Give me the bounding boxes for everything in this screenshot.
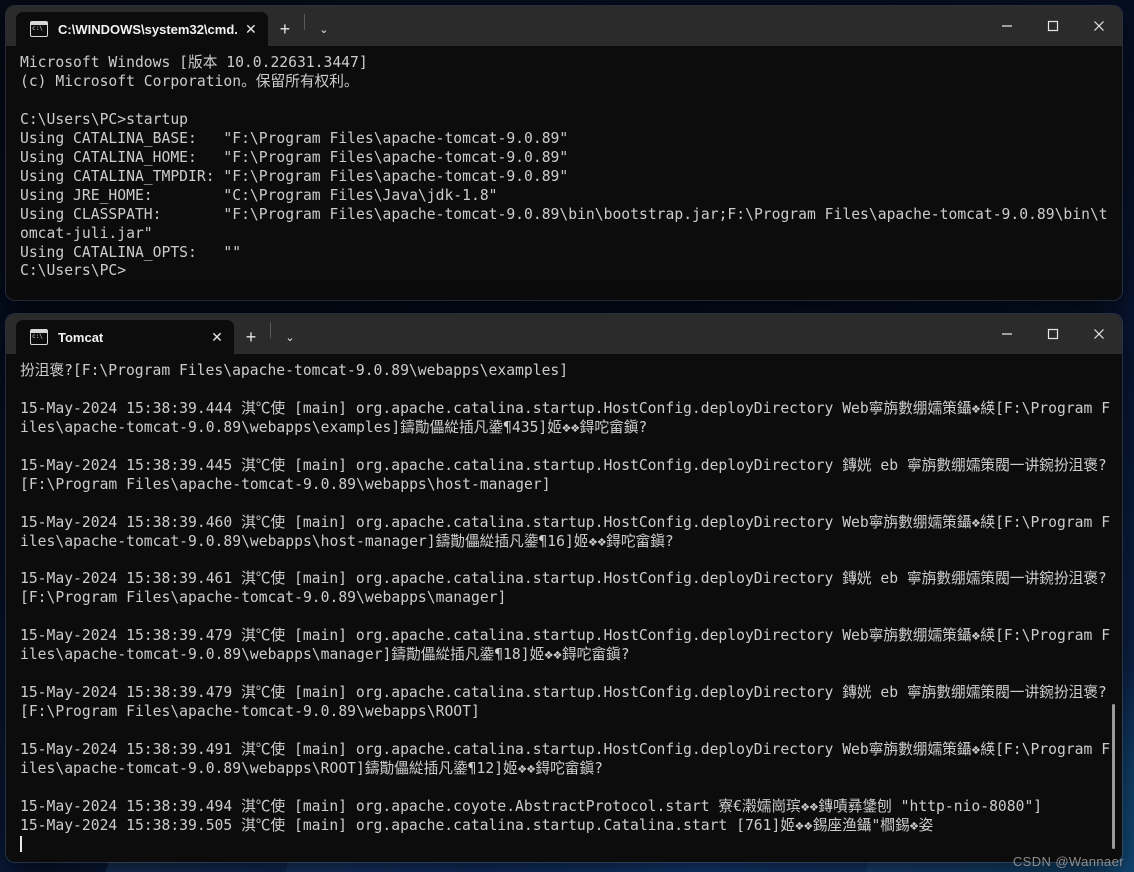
titlebar-tomcat[interactable]: Tomcat ✕ + ⌄ [6, 314, 1122, 354]
terminal-line: Using CATALINA_OPTS: "" [20, 243, 242, 261]
terminal-line: Using CATALINA_TMPDIR: "F:\Program Files… [20, 167, 569, 185]
console-icon [30, 21, 48, 37]
maximize-button[interactable] [1030, 314, 1076, 354]
new-tab-button[interactable]: + [268, 12, 302, 46]
caption-buttons-tomcat[interactable] [984, 314, 1122, 354]
scrollbar-thumb[interactable] [1112, 704, 1115, 849]
terminal-line: Using CATALINA_HOME: "F:\Program Files\a… [20, 148, 569, 166]
scrollbar[interactable] [1109, 362, 1119, 858]
terminal-cursor-line [20, 835, 1112, 855]
close-button[interactable] [1076, 314, 1122, 354]
terminal-line: (c) Microsoft Corporation。保留所有权利。 [20, 72, 359, 90]
terminal-line: C:\Users\PC> [20, 262, 127, 280]
caption-buttons-cmd[interactable] [984, 6, 1122, 46]
terminal-line: 扮沮褒?[F:\Program Files\apache-tomcat-9.0.… [20, 362, 569, 379]
terminal-line: 15-May-2024 15:38:39.460 淇℃使 [main] org.… [20, 513, 1111, 550]
minimize-button[interactable] [984, 314, 1030, 354]
tab-tomcat[interactable]: Tomcat ✕ [16, 320, 234, 354]
terminal-line: C:\Users\PC>startup [20, 110, 189, 128]
terminal-line: Using CATALINA_BASE: "F:\Program Files\a… [20, 129, 569, 147]
terminal-line: Using CLASSPATH: "F:\Program Files\apach… [20, 205, 1108, 242]
titlebar-cmd[interactable]: C:\WINDOWS\system32\cmd. ✕ + ⌄ [6, 6, 1122, 46]
terminal-line: 15-May-2024 15:38:39.479 淇℃使 [main] org.… [20, 627, 1111, 664]
terminal-line: 15-May-2024 15:38:39.479 淇℃使 [main] org.… [20, 684, 1107, 721]
text-cursor [20, 835, 22, 852]
terminal-line: 15-May-2024 15:38:39.444 淇℃使 [main] org.… [20, 399, 1111, 436]
terminal-line: 15-May-2024 15:38:39.505 淇℃使 [main] org.… [20, 816, 934, 834]
terminal-output-cmd[interactable]: Microsoft Windows [版本 10.0.22631.3447] (c… [6, 46, 1122, 300]
terminal-line: 15-May-2024 15:38:39.494 淇℃使 [main] org.… [20, 797, 1043, 815]
toolbar-divider [270, 322, 271, 338]
terminal-line: Microsoft Windows [版本 10.0.22631.3447] [20, 54, 368, 71]
console-icon [30, 329, 48, 345]
watermark: CSDN @Wannaer [1012, 854, 1124, 869]
tab-title: Tomcat [58, 329, 104, 345]
toolbar-divider [303, 14, 305, 30]
tab-close-icon[interactable]: ✕ [238, 16, 264, 42]
new-tab-button[interactable]: + [234, 320, 268, 354]
maximize-button[interactable] [1030, 6, 1076, 46]
tab-close-icon[interactable]: ✕ [204, 324, 230, 350]
chevron-down-icon[interactable]: ⌄ [307, 12, 341, 46]
terminal-line: 15-May-2024 15:38:39.461 淇℃使 [main] org.… [20, 570, 1107, 607]
tab-title: C:\WINDOWS\system32\cmd. [58, 21, 238, 37]
terminal-line: 15-May-2024 15:38:39.491 淇℃使 [main] org.… [20, 740, 1111, 777]
tab-cmd[interactable]: C:\WINDOWS\system32\cmd. ✕ [16, 12, 268, 46]
terminal-output-tomcat[interactable]: 扮沮褒?[F:\Program Files\apache-tomcat-9.0.… [6, 354, 1122, 862]
terminal-window-cmd[interactable]: C:\WINDOWS\system32\cmd. ✕ + ⌄ Microsoft… [6, 6, 1122, 300]
terminal-window-tomcat[interactable]: Tomcat ✕ + ⌄ 扮沮褒?[F:\Program Files\apach… [6, 314, 1122, 862]
close-button[interactable] [1076, 6, 1122, 46]
terminal-line: Using JRE_HOME: "C:\Program Files\Java\j… [20, 186, 498, 204]
terminal-line: 15-May-2024 15:38:39.445 淇℃使 [main] org.… [20, 456, 1107, 493]
chevron-down-icon[interactable]: ⌄ [273, 320, 307, 354]
minimize-button[interactable] [984, 6, 1030, 46]
